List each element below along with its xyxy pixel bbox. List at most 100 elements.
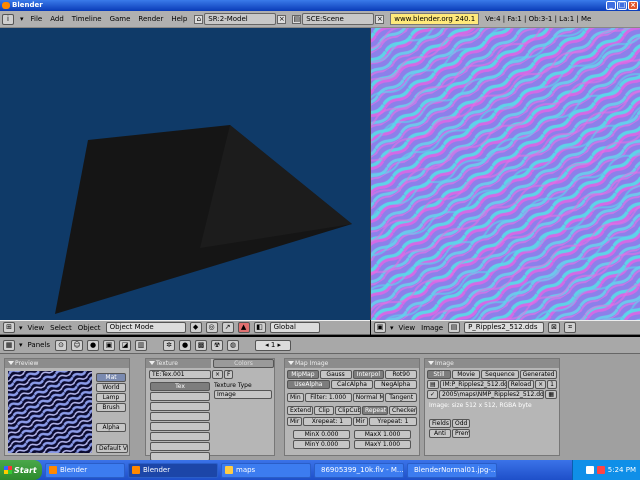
texture-unlink-button[interactable]: × bbox=[212, 370, 224, 379]
menu-object[interactable]: Object bbox=[77, 324, 102, 332]
screen-delete-button[interactable]: × bbox=[277, 14, 287, 24]
image-datablock-field[interactable]: IM:P_Ripples2_512.dds bbox=[439, 380, 507, 389]
maximize-button[interactable]: □ bbox=[617, 1, 627, 10]
clock[interactable]: 5:24 PM bbox=[608, 466, 636, 474]
blender-url-banner[interactable]: www.blender.org 240.1 bbox=[390, 13, 480, 25]
map-image-panel-title[interactable]: Map Image bbox=[285, 359, 419, 368]
image-browse-button[interactable]: ▤ bbox=[427, 380, 439, 389]
minimize-button[interactable]: _ bbox=[606, 1, 616, 10]
texture-slot-6[interactable] bbox=[150, 432, 210, 441]
texture-slot-7[interactable] bbox=[150, 442, 210, 451]
minx-field[interactable]: MinX 0.000 bbox=[293, 430, 350, 439]
scene-name-field[interactable]: SCE:Scene bbox=[302, 13, 375, 25]
collapse-menus-icon[interactable]: ▾ bbox=[20, 15, 24, 23]
shading-context-icon[interactable]: ● bbox=[87, 339, 100, 351]
image-browse-button[interactable]: ▤ bbox=[448, 322, 461, 333]
image-pin-icon[interactable]: ⌗ bbox=[564, 322, 577, 333]
preview-world-button[interactable]: World bbox=[96, 383, 126, 392]
interpol-toggle[interactable]: Interpol bbox=[352, 370, 385, 379]
image-panel-title[interactable]: Image bbox=[425, 359, 559, 368]
image-unlink-button[interactable]: × bbox=[535, 380, 547, 389]
frame-field[interactable]: ◂ 1 ▸ bbox=[255, 339, 292, 351]
rotate-manipulator-icon[interactable]: ▲ bbox=[237, 322, 250, 333]
image-users-count[interactable]: 1 bbox=[547, 380, 557, 389]
anti-toggle[interactable]: Anti bbox=[429, 429, 451, 438]
clipcube-toggle[interactable]: ClipCub bbox=[335, 406, 361, 415]
menu-file[interactable]: File bbox=[30, 15, 44, 23]
taskbar-item-media[interactable]: 86905399_10k.flv - M... bbox=[314, 462, 404, 478]
tray-network-icon[interactable] bbox=[585, 466, 594, 474]
image-file-browse-button[interactable]: ▦ bbox=[545, 390, 557, 399]
panels-label[interactable]: Panels bbox=[27, 341, 52, 349]
checker-toggle[interactable]: Checker bbox=[389, 406, 417, 415]
collapse-menus-icon[interactable]: ▾ bbox=[19, 341, 23, 349]
texture-buttons-icon[interactable]: ▩ bbox=[195, 339, 208, 351]
calcalpha-toggle[interactable]: CalcAlpha bbox=[330, 380, 374, 389]
material-buttons-icon[interactable]: ● bbox=[179, 339, 192, 351]
texture-type-selector[interactable]: Image bbox=[214, 390, 272, 399]
image-pack-checkbox[interactable]: ✓ bbox=[427, 390, 439, 399]
window-type-icon[interactable]: ▣ bbox=[374, 322, 386, 333]
texture-fake-user-button[interactable]: F bbox=[224, 370, 234, 379]
preview-mat-button[interactable]: Mat bbox=[96, 373, 126, 382]
script-context-icon[interactable]: ☺ bbox=[71, 339, 84, 351]
extend-toggle[interactable]: Extend bbox=[287, 406, 313, 415]
preview-panel-title[interactable]: Preview bbox=[5, 359, 129, 368]
normal-map-toggle[interactable]: Normal M bbox=[352, 393, 385, 402]
orientation-selector[interactable]: Global bbox=[269, 322, 320, 333]
texture-slot-3[interactable] bbox=[150, 402, 210, 411]
rot90-toggle[interactable]: Rot90 bbox=[385, 370, 417, 379]
taskbar-item-blender-2[interactable]: Blender bbox=[128, 462, 218, 478]
lamp-buttons-icon[interactable]: ✲ bbox=[163, 339, 176, 351]
world-buttons-icon[interactable]: ◍ bbox=[227, 339, 240, 351]
texture-slot-5[interactable] bbox=[150, 422, 210, 431]
odd-toggle[interactable]: Odd bbox=[452, 419, 470, 428]
preview-alpha-button[interactable]: Alpha bbox=[96, 423, 126, 432]
filter-field[interactable]: Filter: 1.000 bbox=[304, 393, 352, 402]
usealpha-toggle[interactable]: UseAlpha bbox=[287, 380, 330, 389]
scene-browse-button[interactable]: ▤ bbox=[292, 14, 302, 24]
logic-context-icon[interactable]: ⊙ bbox=[55, 339, 68, 351]
premul-toggle[interactable]: Premul bbox=[452, 429, 470, 438]
still-toggle[interactable]: Still bbox=[427, 370, 451, 379]
window-type-icon[interactable]: ▦ bbox=[3, 339, 15, 351]
negalpha-toggle[interactable]: NegAlpha bbox=[374, 380, 418, 389]
scene-context-icon[interactable]: ▥ bbox=[135, 339, 148, 351]
fields-toggle[interactable]: Fields bbox=[429, 419, 451, 428]
image-lock-icon[interactable]: ⊠ bbox=[548, 322, 561, 333]
menu-timeline[interactable]: Timeline bbox=[71, 15, 103, 23]
menu-image[interactable]: Image bbox=[420, 324, 444, 332]
taskbar-item-image[interactable]: BlenderNormal01.jpg-... bbox=[407, 462, 497, 478]
menu-add[interactable]: Add bbox=[49, 15, 65, 23]
gauss-toggle[interactable]: Gauss bbox=[319, 370, 352, 379]
menu-view[interactable]: View bbox=[398, 324, 417, 332]
movie-toggle[interactable]: Movie bbox=[451, 370, 481, 379]
menu-game[interactable]: Game bbox=[109, 15, 132, 23]
tab-texture[interactable]: Texture bbox=[146, 359, 211, 368]
texture-slot-1[interactable]: Tex bbox=[150, 382, 210, 391]
plane-object[interactable] bbox=[0, 28, 370, 320]
collapse-menus-icon[interactable]: ▾ bbox=[19, 324, 23, 332]
menu-view[interactable]: View bbox=[27, 324, 46, 332]
sequence-toggle[interactable]: Sequence bbox=[481, 370, 519, 379]
close-button[interactable]: × bbox=[628, 1, 638, 10]
mode-selector[interactable]: Object Mode bbox=[105, 322, 186, 333]
screen-browse-button[interactable]: ⌂ bbox=[194, 14, 204, 24]
texture-slot-2[interactable] bbox=[150, 392, 210, 401]
taskbar-item-blender-1[interactable]: Blender bbox=[45, 462, 125, 478]
scale-manipulator-icon[interactable]: ◧ bbox=[253, 322, 266, 333]
start-button[interactable]: Start bbox=[0, 460, 42, 480]
image-filepath-field[interactable]: 2005\maps\NMP_Ripples2_512.dds bbox=[439, 390, 545, 399]
xrepeat-field[interactable]: Xrepeat: 1 bbox=[303, 417, 352, 426]
mirror-y-toggle[interactable]: Mir bbox=[352, 417, 368, 426]
tab-colors[interactable]: Colors bbox=[213, 359, 274, 368]
maxx-field[interactable]: MaxX 1.000 bbox=[354, 430, 411, 439]
editing-context-icon[interactable]: ◪ bbox=[119, 339, 132, 351]
texture-name-field[interactable]: TE:Tex.001 bbox=[149, 370, 211, 379]
pivot-icon[interactable]: ◎ bbox=[205, 322, 218, 333]
clip-toggle[interactable]: Clip bbox=[314, 406, 334, 415]
yrepeat-field[interactable]: Yrepeat: 1 bbox=[368, 417, 417, 426]
menu-help[interactable]: Help bbox=[170, 15, 188, 23]
repeat-toggle[interactable]: Repeat bbox=[362, 406, 388, 415]
scene-delete-button[interactable]: × bbox=[375, 14, 385, 24]
